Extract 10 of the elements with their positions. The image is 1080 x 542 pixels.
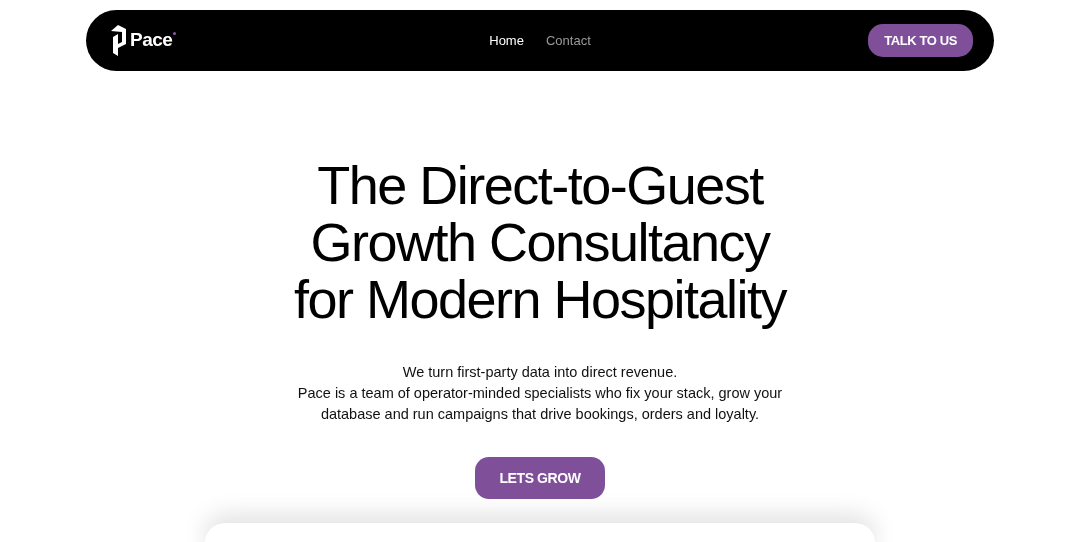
brand-name[interactable]: Pace bbox=[130, 26, 173, 55]
lets-grow-button[interactable]: LETS GROW bbox=[475, 457, 605, 499]
hero-lead: We turn first-party data into direct revenue. bbox=[402, 363, 678, 382]
hero-heading: The Direct-to-Guest Growth Consultancy for Modern Hospitality bbox=[293, 157, 787, 328]
logo-icon bbox=[111, 25, 126, 56]
registered-mark-icon bbox=[173, 32, 177, 35]
nav-link[interactable]: Home bbox=[489, 30, 524, 51]
nav-link[interactable]: Contact bbox=[545, 30, 591, 51]
talk-to-us-button[interactable]: TALK TO US bbox=[868, 24, 973, 57]
hero-description: Pace is a team of operator-minded specialists who fix your stack, grow your database and run campaigns that drive bookings, orders and loyalty. bbox=[296, 384, 784, 424]
